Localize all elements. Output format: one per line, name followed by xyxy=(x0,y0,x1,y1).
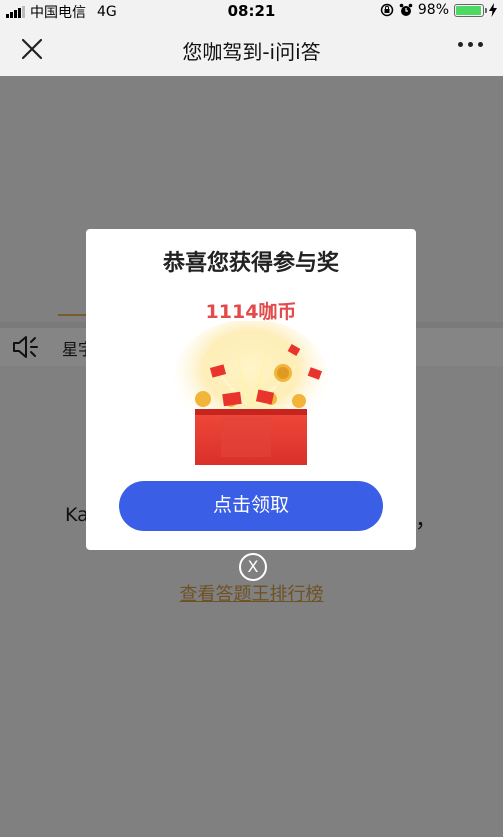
battery-fill xyxy=(456,5,482,15)
battery-percent: 98% xyxy=(417,2,449,18)
status-bar: 中国电信 4G 08:21 98% xyxy=(0,0,503,22)
ranking-link[interactable]: 查看答题王排行榜 xyxy=(0,580,503,606)
page-title: 您咖驾到-i问i答 xyxy=(182,40,321,64)
battery-icon xyxy=(454,3,487,17)
claim-button[interactable]: 点击领取 xyxy=(119,481,383,531)
more-icon[interactable] xyxy=(458,42,483,47)
dialog-close-button[interactable]: X xyxy=(239,553,267,581)
dialog-title: 恭喜您获得参与奖 xyxy=(162,251,339,276)
speaker-icon xyxy=(13,336,38,358)
charging-icon xyxy=(489,3,497,17)
status-right: 98% xyxy=(380,2,497,18)
reward-amount: 1114咖币 xyxy=(205,301,297,323)
reward-dialog: 恭喜您获得参与奖 1114咖币 点击领取 xyxy=(86,229,416,550)
lock-rotation-icon xyxy=(380,3,394,17)
alarm-icon xyxy=(399,3,413,16)
background-punctuation: ， xyxy=(415,508,438,533)
nav-bar: 您咖驾到-i问i答 xyxy=(0,22,503,76)
gift-box-icon xyxy=(173,321,329,465)
